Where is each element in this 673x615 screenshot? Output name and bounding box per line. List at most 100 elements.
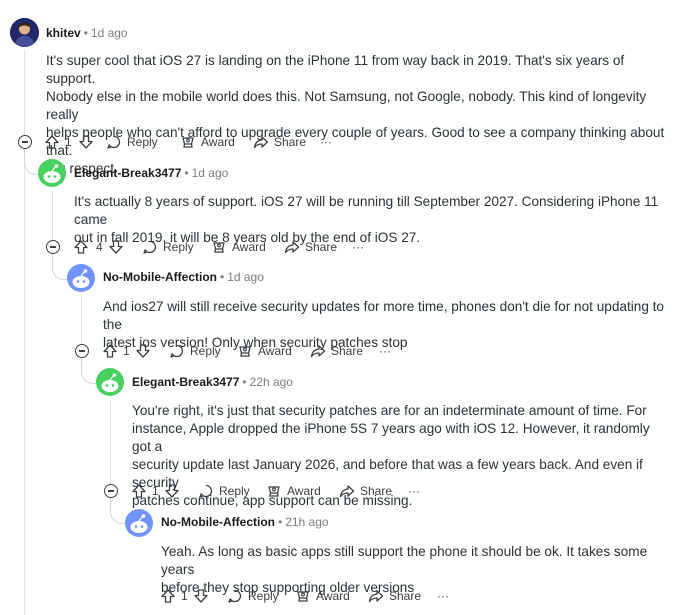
downvote-button[interactable]: [164, 481, 180, 501]
comment-body: It's super cool that iOS 27 is landing o…: [46, 52, 666, 178]
share-button[interactable]: Share: [284, 237, 337, 257]
award-label: Award: [287, 484, 321, 498]
award-button[interactable]: Award: [180, 132, 235, 152]
timestamp[interactable]: 1d ago: [192, 166, 229, 180]
share-label: Share: [274, 135, 307, 149]
share-label: Share: [360, 484, 393, 498]
comment-header: No-Mobile-Affection • 21h ago: [161, 514, 329, 530]
comment-header: Elegant-Break3477 • 1d ago: [74, 165, 228, 181]
vote-count: 1: [65, 135, 72, 149]
avatar[interactable]: [96, 368, 124, 396]
separator: •: [242, 375, 247, 389]
award-icon: [182, 137, 194, 148]
timestamp[interactable]: 1d ago: [91, 26, 128, 40]
avatar[interactable]: [10, 18, 39, 47]
avatar[interactable]: [67, 264, 95, 292]
upvote-button[interactable]: [160, 586, 176, 606]
award-icon: [239, 346, 251, 357]
more-options-button[interactable]: ···: [437, 586, 449, 606]
username[interactable]: khitev: [46, 26, 81, 40]
reply-label: Reply: [163, 240, 194, 254]
avatar[interactable]: [125, 509, 153, 537]
separator: •: [219, 270, 225, 284]
downvote-icon: [136, 344, 150, 358]
reply-icon: [143, 240, 157, 254]
reply-button[interactable]: Reply: [227, 586, 279, 606]
comment-line: It's super cool that iOS 27 is landing o…: [46, 53, 625, 86]
username[interactable]: No-Mobile-Affection: [103, 270, 217, 284]
comment-line: instance, Apple dropped the iPhone 5S 7 …: [132, 421, 650, 454]
share-icon: [310, 345, 326, 358]
downvote-button[interactable]: [193, 586, 209, 606]
share-icon: [339, 485, 355, 498]
comment-header: Elegant-Break3477 • 22h ago: [132, 374, 293, 390]
downvote-icon: [194, 589, 208, 603]
upvote-icon: [74, 240, 88, 254]
share-label: Share: [331, 344, 364, 358]
reply-button[interactable]: Reply: [142, 237, 194, 257]
share-label: Share: [389, 589, 422, 603]
more-icon: ···: [320, 135, 332, 149]
reply-button[interactable]: Reply: [169, 341, 221, 361]
more-options-button[interactable]: ···: [379, 341, 391, 361]
upvote-button[interactable]: [131, 481, 147, 501]
username[interactable]: Elegant-Break3477: [132, 375, 239, 389]
collapse-icon[interactable]: [75, 344, 89, 358]
username[interactable]: Elegant-Break3477: [74, 166, 181, 180]
award-label: Award: [201, 135, 235, 149]
timestamp[interactable]: 22h ago: [250, 375, 293, 389]
vote-count: 4: [96, 240, 103, 254]
share-button[interactable]: Share: [310, 341, 363, 361]
upvote-icon: [161, 589, 175, 603]
share-icon: [284, 241, 300, 254]
share-button[interactable]: Share: [339, 481, 392, 501]
award-label: Award: [232, 240, 266, 254]
share-button[interactable]: Share: [253, 132, 306, 152]
collapse-icon[interactable]: [18, 135, 32, 149]
avatar[interactable]: [38, 159, 66, 187]
downvote-icon: [165, 484, 179, 498]
vote-count: 1: [152, 484, 159, 498]
upvote-button[interactable]: [102, 341, 118, 361]
upvote-icon: [45, 135, 59, 149]
award-button[interactable]: Award: [211, 237, 266, 257]
reply-icon: [107, 135, 121, 149]
comment-line: You're right, it's just that security pa…: [132, 403, 647, 418]
collapse-icon[interactable]: [104, 484, 118, 498]
more-icon: ···: [352, 240, 364, 254]
upvote-button[interactable]: [44, 132, 60, 152]
comment-line: Yeah. As long as basic apps still suppor…: [161, 544, 648, 577]
downvote-icon: [109, 240, 123, 254]
share-button[interactable]: Share: [368, 586, 421, 606]
award-label: Award: [258, 344, 292, 358]
reply-label: Reply: [190, 344, 221, 358]
reply-icon: [170, 344, 184, 358]
upvote-icon: [132, 484, 146, 498]
downvote-button[interactable]: [135, 341, 151, 361]
upvote-icon: [103, 344, 117, 358]
award-label: Award: [316, 589, 350, 603]
comment-header: No-Mobile-Affection • 1d ago: [103, 269, 264, 285]
more-icon: ···: [408, 484, 420, 498]
upvote-button[interactable]: [73, 237, 89, 257]
timestamp[interactable]: 1d ago: [227, 270, 264, 284]
more-options-button[interactable]: ···: [320, 132, 332, 152]
downvote-button[interactable]: [78, 132, 94, 152]
reply-button[interactable]: Reply: [106, 132, 158, 152]
reply-button[interactable]: Reply: [198, 481, 250, 501]
award-button[interactable]: Award: [237, 341, 292, 361]
thread-connector: [24, 148, 39, 175]
more-options-button[interactable]: ···: [408, 481, 420, 501]
award-icon: [268, 486, 280, 497]
username[interactable]: No-Mobile-Affection: [161, 515, 275, 529]
award-button[interactable]: Award: [266, 481, 321, 501]
downvote-button[interactable]: [108, 237, 124, 257]
timestamp[interactable]: 21h ago: [285, 515, 328, 529]
thread-connector: [110, 498, 125, 524]
reply-label: Reply: [219, 484, 250, 498]
collapse-icon[interactable]: [46, 240, 60, 254]
more-options-button[interactable]: ···: [352, 237, 364, 257]
separator: •: [277, 515, 283, 529]
award-button[interactable]: Award: [295, 586, 350, 606]
thread-connector: [52, 254, 67, 280]
